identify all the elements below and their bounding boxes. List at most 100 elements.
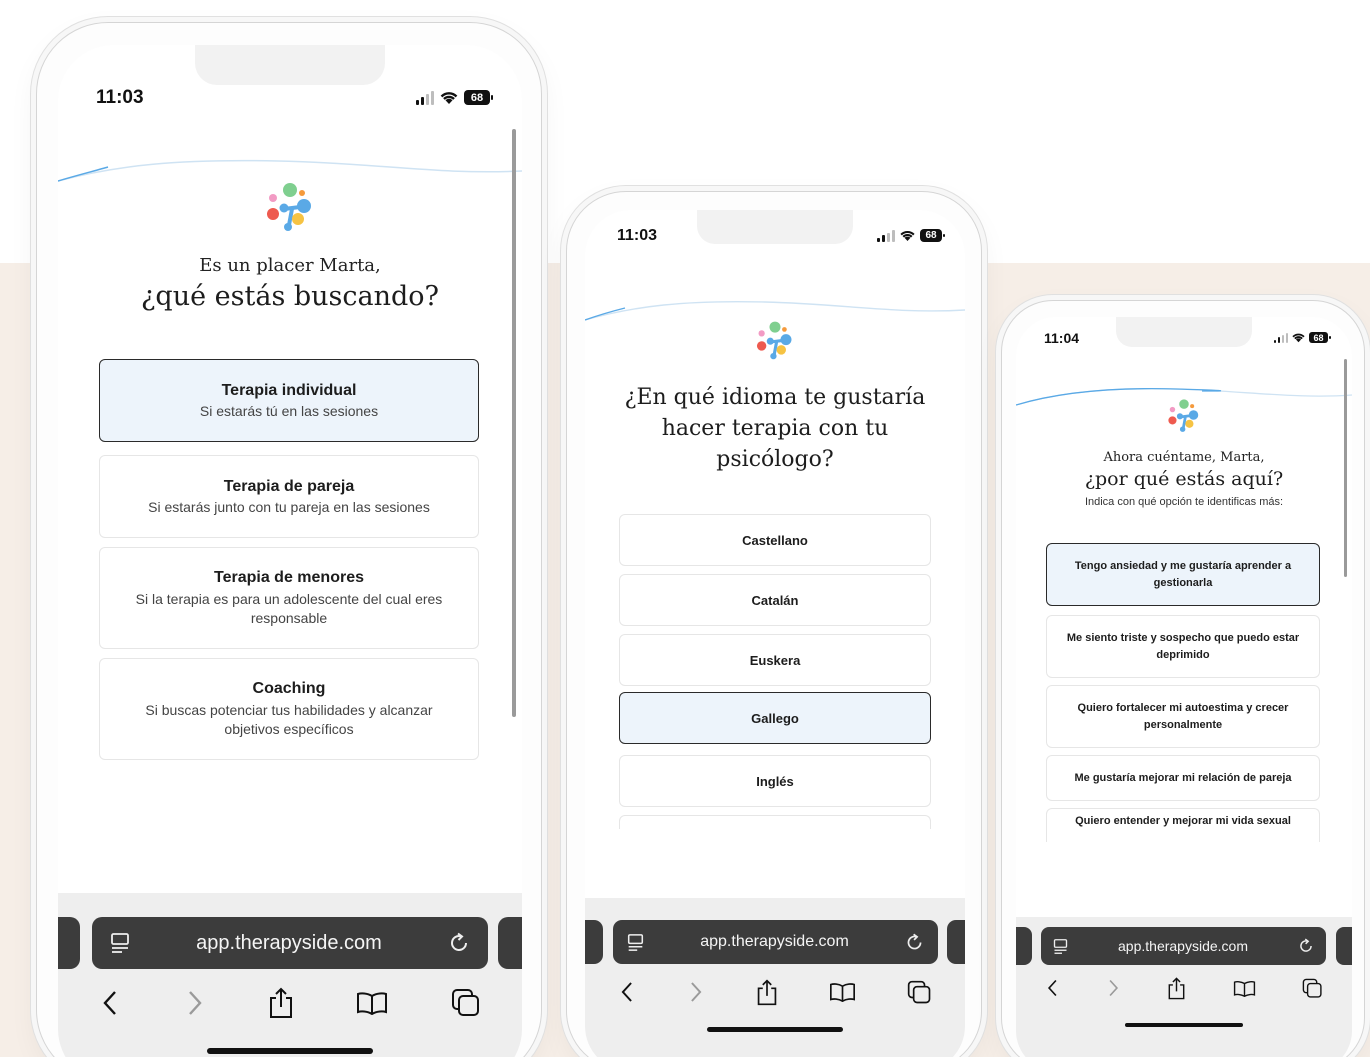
address-bar[interactable]: app.therapyside.com xyxy=(1041,927,1326,965)
signal-icon xyxy=(416,90,434,105)
option-subtitle: Si estarás junto con tu pareja en las se… xyxy=(148,499,430,515)
book-icon xyxy=(357,992,388,1015)
address-bar[interactable]: app.therapyside.com xyxy=(92,917,488,969)
option-title: Castellano xyxy=(742,532,808,548)
phone-notch xyxy=(195,45,385,85)
prev-tab-preview[interactable] xyxy=(58,917,80,969)
browser-toolbar xyxy=(1016,971,1352,1005)
pages-icon xyxy=(1302,978,1322,998)
wifi-icon xyxy=(440,92,458,104)
back-button[interactable] xyxy=(1045,978,1060,998)
option-title: Quiero entender y mejorar mi vida sexual xyxy=(1075,815,1291,827)
share-button[interactable] xyxy=(756,978,778,1006)
greeting-text: Es un placer Marta, xyxy=(199,255,381,276)
reload-icon[interactable] xyxy=(1298,938,1314,954)
address-url: app.therapyside.com xyxy=(700,933,849,950)
status-time: 11:04 xyxy=(1044,330,1080,346)
phone-screen-3: 11:04 68 Ahora cuéntame, Marta, ¿por qué… xyxy=(1016,317,1352,1057)
share-button[interactable] xyxy=(1167,976,1186,1000)
option-title: Gallego xyxy=(751,710,799,726)
decorative-wave xyxy=(58,159,522,182)
option-euskera[interactable]: Euskera xyxy=(619,634,931,686)
chevron-right-icon xyxy=(1109,979,1119,997)
option-terapia-pareja[interactable]: Terapia de pareja Si estarás junto con t… xyxy=(99,455,479,538)
option-title: Terapia de pareja xyxy=(223,478,355,495)
option-vida-sexual[interactable]: Quiero entender y mejorar mi vida sexual xyxy=(1046,808,1320,842)
instruction-text: Indica con qué opción te identificas más… xyxy=(1084,496,1284,508)
chevron-right-icon xyxy=(188,991,202,1015)
browser-toolbar xyxy=(58,979,522,1027)
greeting-text: Ahora cuéntame, Marta, xyxy=(1103,450,1265,465)
option-title: Euskera xyxy=(749,652,801,668)
pages-icon xyxy=(451,989,479,1016)
tabs-icon[interactable] xyxy=(1053,938,1068,955)
page-scrollbar[interactable] xyxy=(1344,359,1347,577)
share-button[interactable] xyxy=(268,987,294,1019)
back-button[interactable] xyxy=(99,989,121,1017)
next-tab-preview[interactable] xyxy=(498,917,522,969)
back-button[interactable] xyxy=(618,980,636,1004)
forward-button[interactable] xyxy=(184,989,206,1017)
option-title: Me gustaría mejorar mi relación de parej… xyxy=(1074,772,1292,784)
tabs-overview-button[interactable] xyxy=(907,980,932,1005)
battery-icon: 68 xyxy=(920,229,945,242)
option-title: Terapia individual xyxy=(221,382,357,399)
option-ansiedad[interactable]: Tengo ansiedad y me gustaría aprender a … xyxy=(1046,543,1320,606)
option-subtitle: Si estarás tú en las sesiones xyxy=(199,403,379,419)
home-indicator xyxy=(1125,1023,1243,1027)
status-icons: 68 xyxy=(416,90,493,105)
phone-side-button xyxy=(996,450,1000,476)
question-title: ¿En qué idioma te gustaría hacer terapia… xyxy=(624,385,926,472)
next-tab-preview[interactable] xyxy=(947,920,965,964)
option-castellano[interactable]: Castellano xyxy=(619,514,931,566)
option-tristeza[interactable]: Me siento triste y sospecho que puedo es… xyxy=(1046,615,1320,678)
tabs-icon[interactable] xyxy=(627,933,644,952)
tabs-overview-button[interactable] xyxy=(1302,978,1323,999)
reload-icon[interactable] xyxy=(905,933,924,952)
option-title: Inglés xyxy=(756,773,794,789)
status-icons: 68 xyxy=(1274,332,1331,343)
option-partial[interactable] xyxy=(619,815,931,829)
option-gallego[interactable]: Gallego xyxy=(619,692,931,744)
tabs-overview-button[interactable] xyxy=(451,988,481,1018)
battery-icon: 68 xyxy=(1309,332,1331,343)
option-subtitle: Si buscas potenciar tus habilidades y al… xyxy=(145,701,433,737)
forward-button[interactable] xyxy=(1106,978,1121,998)
book-icon xyxy=(829,983,855,1002)
chevron-right-icon xyxy=(691,982,702,1002)
bookmarks-button[interactable] xyxy=(829,982,856,1002)
question-title: ¿qué estás buscando? xyxy=(140,281,440,312)
decorative-wave xyxy=(585,300,965,321)
prev-tab-preview[interactable] xyxy=(585,920,603,964)
option-coaching[interactable]: Coaching Si buscas potenciar tus habilid… xyxy=(99,658,479,760)
therapyside-logo-icon xyxy=(267,183,311,231)
reload-icon[interactable] xyxy=(448,932,470,954)
phone-screen-1: 11:03 68 Es un placer Marta, ¿qué estás … xyxy=(58,45,522,1057)
browser-bottom-bar: app.therapyside.com xyxy=(1016,917,1352,1057)
pages-icon xyxy=(907,980,930,1003)
tabs-icon[interactable] xyxy=(110,932,130,954)
option-pareja[interactable]: Me gustaría mejorar mi relación de parej… xyxy=(1046,755,1320,801)
option-autoestima[interactable]: Quiero fortalecer mi autoestima y crecer… xyxy=(1046,685,1320,748)
page-scrollbar[interactable] xyxy=(512,129,516,717)
option-title: Quiero fortalecer mi autoestima y crecer… xyxy=(1077,701,1289,731)
forward-button[interactable] xyxy=(687,980,705,1004)
phone-frame-1: 11:03 68 Es un placer Marta, ¿qué estás … xyxy=(36,22,542,1057)
bookmarks-button[interactable] xyxy=(1233,980,1256,997)
therapyside-logo-icon xyxy=(756,321,792,360)
therapyside-logo-icon xyxy=(1168,399,1199,432)
option-terapia-individual[interactable]: Terapia individual Si estarás tú en las … xyxy=(99,359,479,442)
phone-side-button xyxy=(996,566,1000,614)
address-bar[interactable]: app.therapyside.com xyxy=(613,920,938,964)
option-catalan[interactable]: Catalán xyxy=(619,574,931,626)
option-terapia-menores[interactable]: Terapia de menores Si la terapia es para… xyxy=(99,547,479,649)
book-icon xyxy=(1233,980,1255,997)
option-title: Me siento triste y sospecho que puedo es… xyxy=(1066,631,1300,661)
bookmarks-button[interactable] xyxy=(356,991,388,1015)
option-title: Catalán xyxy=(751,592,799,608)
wifi-icon xyxy=(1292,333,1305,343)
next-tab-preview[interactable] xyxy=(1336,927,1352,965)
prev-tab-preview[interactable] xyxy=(1016,927,1032,965)
phone-frame-3: 11:04 68 Ahora cuéntame, Marta, ¿por qué… xyxy=(1001,300,1365,1057)
option-ingles[interactable]: Inglés xyxy=(619,755,931,807)
